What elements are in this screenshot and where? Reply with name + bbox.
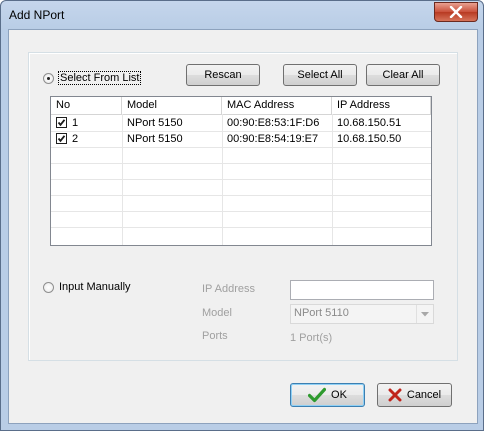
close-icon [449,6,463,18]
ok-label: OK [331,389,347,401]
add-nport-dialog: Add NPort Select From List Rescan Select… [0,0,484,431]
rescan-button[interactable]: Rescan [186,64,260,86]
grid-line [51,147,431,148]
grid-line [51,211,431,212]
model-select[interactable]: NPort 5110 [290,304,434,324]
grid-line [51,163,431,164]
ip-address-input[interactable] [290,280,434,300]
ports-label: Ports [202,330,228,342]
column-header-model[interactable]: Model [122,97,222,114]
ok-button[interactable]: OK [290,383,365,407]
cell-model: NPort 5150 [127,117,183,129]
model-label: Model [202,307,232,319]
row-checkbox[interactable] [56,133,67,144]
checkmark-icon [308,387,327,403]
close-button[interactable] [434,2,478,22]
grid-line [51,195,431,196]
model-select-value: NPort 5110 [294,307,349,319]
cell-no: 1 [72,117,79,129]
input-manually-label: Input Manually [59,281,131,293]
cancel-button[interactable]: Cancel [377,383,452,407]
device-list-header: No Model MAC Address IP Address [51,97,431,115]
column-header-ip[interactable]: IP Address [332,97,431,114]
dialog-body: Select From List Rescan Select All Clear… [8,29,478,424]
checkmark-icon [57,135,66,143]
ip-address-label: IP Address [202,283,255,295]
radio-indicator [43,281,54,293]
radio-indicator [43,72,54,84]
title-bar: Add NPort [1,1,483,29]
select-all-button[interactable]: Select All [283,64,357,86]
chevron-down-icon[interactable] [416,305,433,323]
cancel-label: Cancel [406,389,442,401]
row-checkbox[interactable] [56,117,67,128]
window-title: Add NPort [9,8,65,22]
cell-ip: 10.68.150.51 [337,117,402,129]
cell-no: 2 [72,133,79,145]
column-header-mac[interactable]: MAC Address [222,97,332,114]
cell-ip: 10.68.150.50 [337,133,402,145]
select-from-list-radio[interactable]: Select From List [43,71,142,85]
grid-line [51,227,431,228]
checkmark-icon [57,119,66,127]
input-manually-radio[interactable]: Input Manually [43,281,131,293]
cell-mac: 00:90:E8:53:1F:D6 [227,117,320,129]
grid-line [51,179,431,180]
column-header-no[interactable]: No [51,97,122,114]
select-from-list-label: Select From List [57,71,142,85]
table-row[interactable]: 2 NPort 5150 00:90:E8:54:19:E7 10.68.150… [51,131,431,147]
cross-icon [388,388,402,402]
device-list[interactable]: No Model MAC Address IP Address 1 NPort … [50,96,432,246]
cell-model: NPort 5150 [127,133,183,145]
clear-all-button[interactable]: Clear All [366,64,440,86]
table-row[interactable]: 1 NPort 5150 00:90:E8:53:1F:D6 10.68.150… [51,115,431,131]
ports-value: 1 Port(s) [290,332,333,344]
cell-mac: 00:90:E8:54:19:E7 [227,133,319,145]
